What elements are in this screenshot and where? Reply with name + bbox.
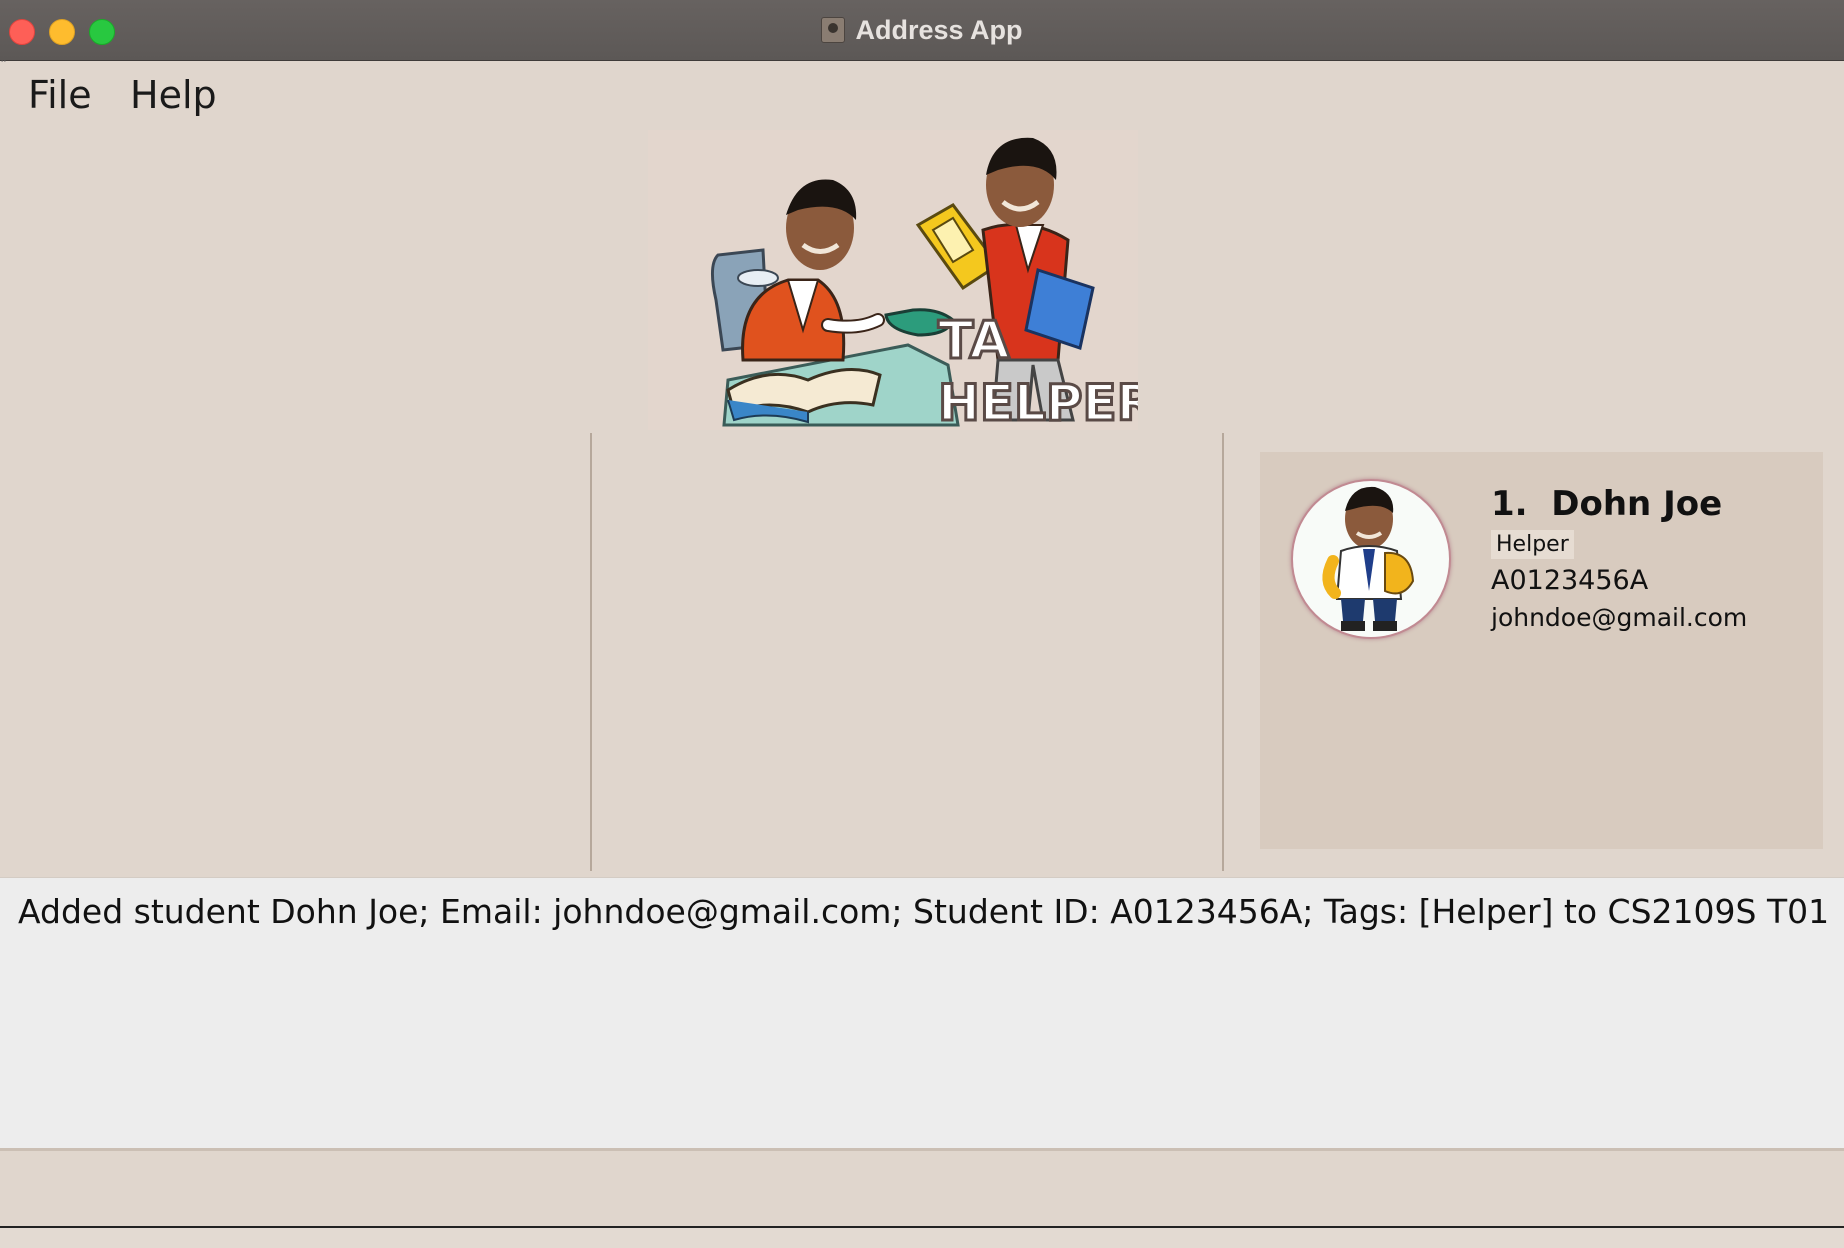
result-display[interactable]: Added student Dohn Joe; Email: johndoe@g… bbox=[0, 877, 1844, 1151]
menu-bar: File Help bbox=[0, 61, 1844, 129]
logo-text-helper: HELPER bbox=[938, 374, 1138, 430]
logo-text-ta: TA bbox=[938, 311, 1010, 371]
avatar bbox=[1291, 479, 1451, 639]
title-bar: Address App bbox=[0, 0, 1844, 61]
menu-file[interactable]: File bbox=[28, 73, 92, 117]
split-pane-divider[interactable] bbox=[1222, 433, 1224, 871]
app-window: Address App ¨ File Help TA HELPER 1. Doh… bbox=[0, 0, 1844, 1248]
app-icon bbox=[821, 17, 846, 43]
person-student-id: A0123456A bbox=[1491, 565, 1649, 596]
command-input[interactable] bbox=[0, 1151, 1844, 1227]
result-message: Added student Dohn Joe; Email: johndoe@g… bbox=[18, 892, 1830, 931]
status-bar bbox=[0, 1228, 1844, 1248]
title-wrap: Address App bbox=[0, 0, 1844, 60]
ta-helper-logo: TA HELPER bbox=[648, 130, 1157, 434]
menu-help[interactable]: Help bbox=[130, 73, 217, 117]
person-tag-badge: Helper bbox=[1491, 530, 1574, 559]
person-email: johndoe@gmail.com bbox=[1491, 603, 1748, 632]
window-title: Address App bbox=[855, 14, 1023, 45]
person-name: 1. Dohn Joe bbox=[1491, 484, 1723, 524]
split-pane-divider[interactable] bbox=[590, 433, 592, 871]
person-card[interactable]: 1. Dohn Joe Helper A0123456A johndoe@gma… bbox=[1260, 452, 1823, 849]
